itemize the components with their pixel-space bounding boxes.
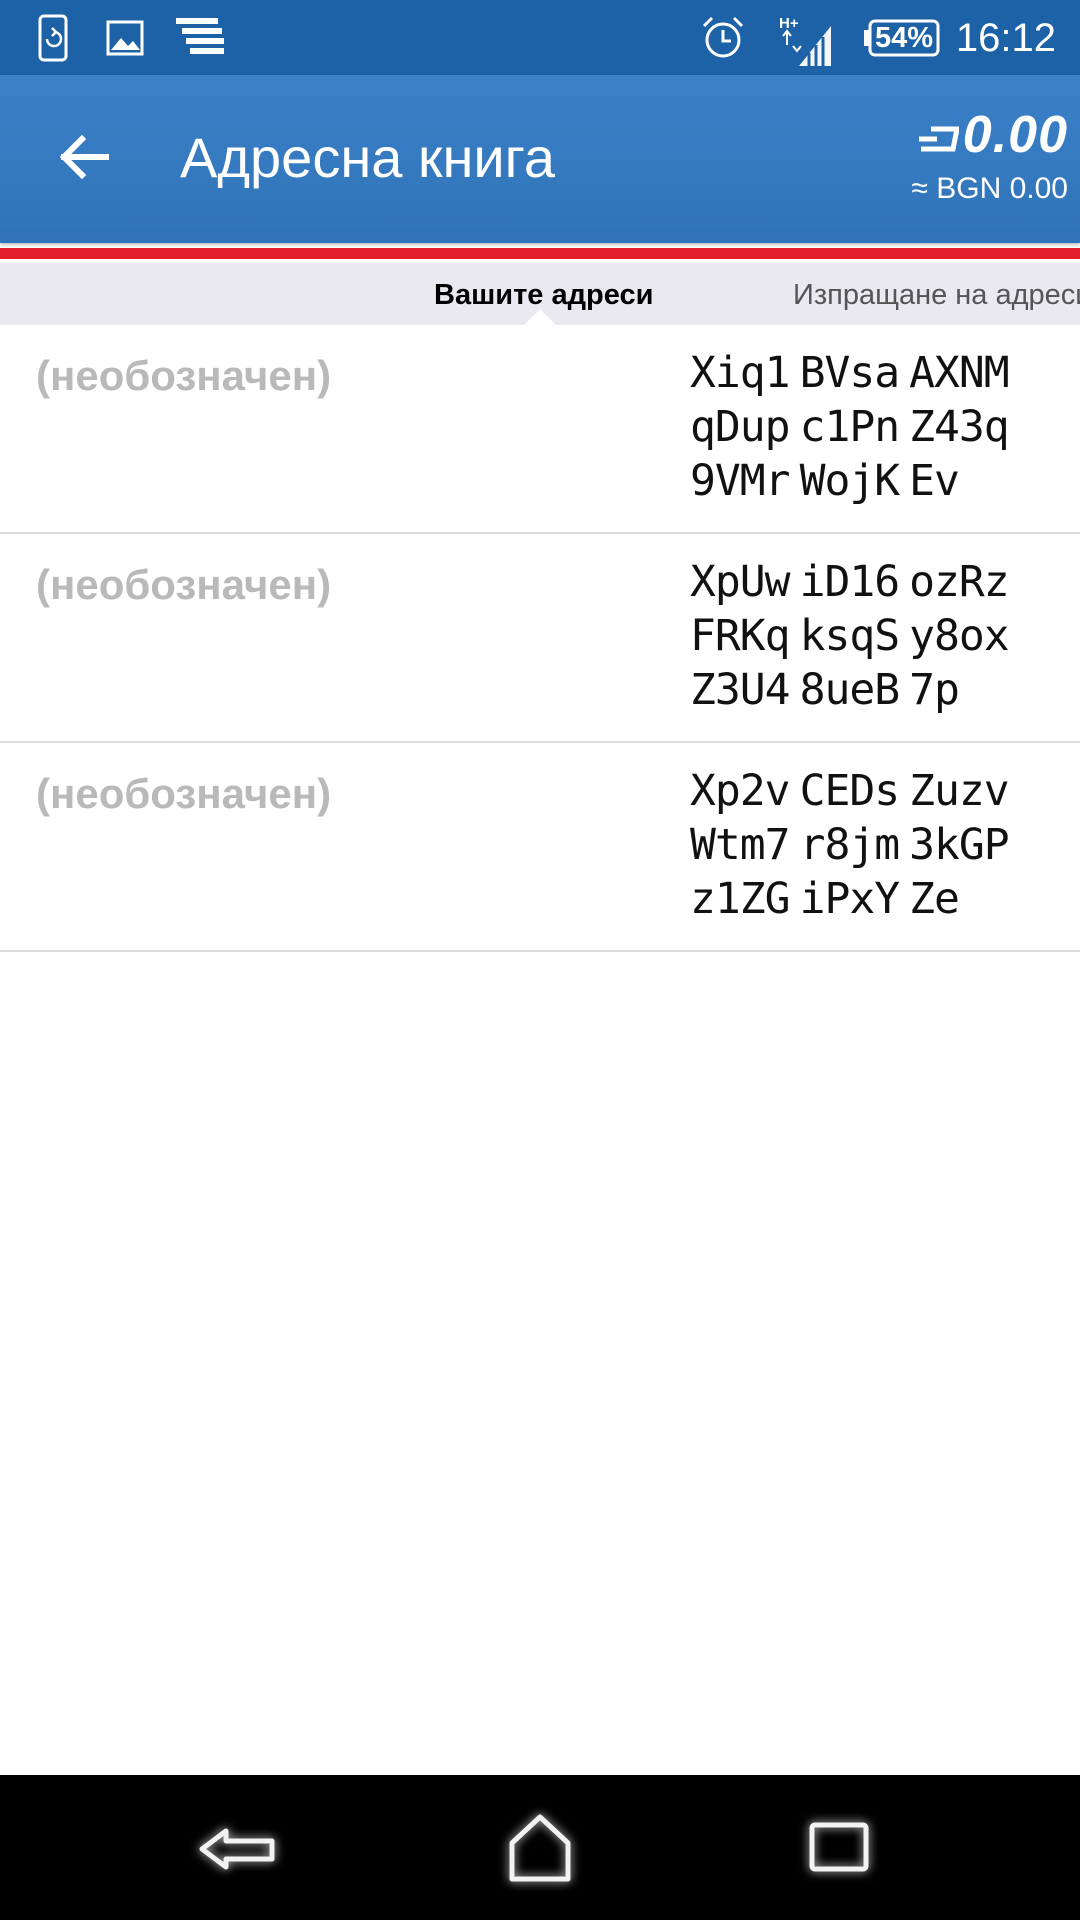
image-icon bbox=[102, 14, 152, 62]
nav-recent-apps-button[interactable] bbox=[792, 1803, 888, 1893]
address-group: ksqS bbox=[799, 611, 901, 661]
balance-amount: 0.00 bbox=[962, 106, 1068, 164]
address-group: FRKq bbox=[690, 611, 791, 661]
dash-icon bbox=[918, 126, 959, 152]
recent-apps-icon bbox=[809, 1822, 869, 1872]
address-row[interactable]: (необозначен) Xiq1 BVsa AXNM qDup c1Pn Z… bbox=[0, 325, 1080, 534]
address-list: (необозначен) Xiq1 BVsa AXNM qDup c1Pn Z… bbox=[0, 325, 1080, 952]
address-group: qDup bbox=[690, 402, 791, 452]
address-label: (необозначен) bbox=[36, 770, 332, 817]
address-group: Ev bbox=[909, 456, 960, 506]
screen-rotation-icon bbox=[30, 14, 80, 62]
svg-text:H+: H+ bbox=[779, 15, 799, 32]
app-bar: Адресна книга 0.00 ≈ BGN 0.00 bbox=[0, 75, 1080, 243]
address-group: Xp2v bbox=[690, 766, 791, 816]
address-group: r8jm bbox=[799, 820, 901, 870]
alarm-icon bbox=[698, 14, 748, 62]
stack-icon bbox=[172, 14, 228, 62]
back-button[interactable] bbox=[44, 117, 124, 197]
address-group: WojK bbox=[799, 456, 901, 506]
address-group: Ze bbox=[909, 874, 960, 924]
address-group: iPxY bbox=[799, 874, 901, 924]
address-row[interactable]: (необозначен) XpUw iD16 ozRz FRKq ksqS y… bbox=[0, 534, 1080, 743]
address-group: 7p bbox=[909, 665, 960, 715]
balance-fiat: ≈ BGN 0.00 bbox=[911, 172, 1068, 205]
address-group: 9VMr bbox=[690, 456, 791, 506]
back-icon bbox=[199, 1828, 275, 1870]
address-group: Z43q bbox=[909, 402, 1010, 452]
address-value: Xp2v CEDs Zuzv Wtm7 r8jm 3kGP z1ZG iPxY … bbox=[690, 764, 1060, 926]
active-tab-indicator bbox=[524, 309, 556, 325]
tab-sending-addresses[interactable]: Изпращане на адреси bbox=[793, 263, 1080, 325]
address-group: Z3U4 bbox=[690, 665, 791, 715]
address-group: iD16 bbox=[799, 557, 901, 607]
address-group: XpUw bbox=[690, 557, 791, 607]
address-group: Wtm7 bbox=[690, 820, 791, 870]
address-value: XpUw iD16 ozRz FRKq ksqS y8ox Z3U4 8ueB … bbox=[690, 555, 1060, 717]
address-group: AXNM bbox=[909, 348, 1010, 398]
status-bar: H+ 54% 16:12 bbox=[0, 0, 1080, 75]
address-group: Xiq1 bbox=[690, 348, 791, 398]
address-label: (необозначен) bbox=[36, 352, 332, 399]
address-group: 8ueB bbox=[799, 665, 901, 715]
address-group: y8ox bbox=[909, 611, 1010, 661]
address-group: c1Pn bbox=[799, 402, 901, 452]
address-group: z1ZG bbox=[690, 874, 791, 924]
accent-stripe bbox=[0, 248, 1080, 259]
battery-percentage: 54% bbox=[874, 22, 934, 54]
nav-home-button[interactable] bbox=[492, 1803, 588, 1893]
page-title: Адресна книга bbox=[180, 126, 555, 189]
status-time: 16:12 bbox=[955, 16, 1056, 60]
arrow-left-icon bbox=[59, 134, 109, 180]
address-value: Xiq1 BVsa AXNM qDup c1Pn Z43q 9VMr WojK … bbox=[690, 346, 1060, 508]
signal-icon: H+ bbox=[775, 14, 837, 66]
address-row[interactable]: (необозначен) Xp2v CEDs Zuzv Wtm7 r8jm 3… bbox=[0, 743, 1080, 952]
address-group: CEDs bbox=[799, 766, 901, 816]
address-label: (необозначен) bbox=[36, 561, 332, 608]
address-group: 3kGP bbox=[909, 820, 1010, 870]
address-group: Zuzv bbox=[909, 766, 1010, 816]
navigation-bar bbox=[0, 1775, 1080, 1920]
address-group: BVsa bbox=[799, 348, 901, 398]
balance[interactable]: 0.00 ≈ BGN 0.00 bbox=[911, 105, 1068, 209]
home-icon bbox=[509, 1814, 571, 1882]
address-group: ozRz bbox=[909, 557, 1010, 607]
nav-back-button[interactable] bbox=[190, 1803, 286, 1893]
